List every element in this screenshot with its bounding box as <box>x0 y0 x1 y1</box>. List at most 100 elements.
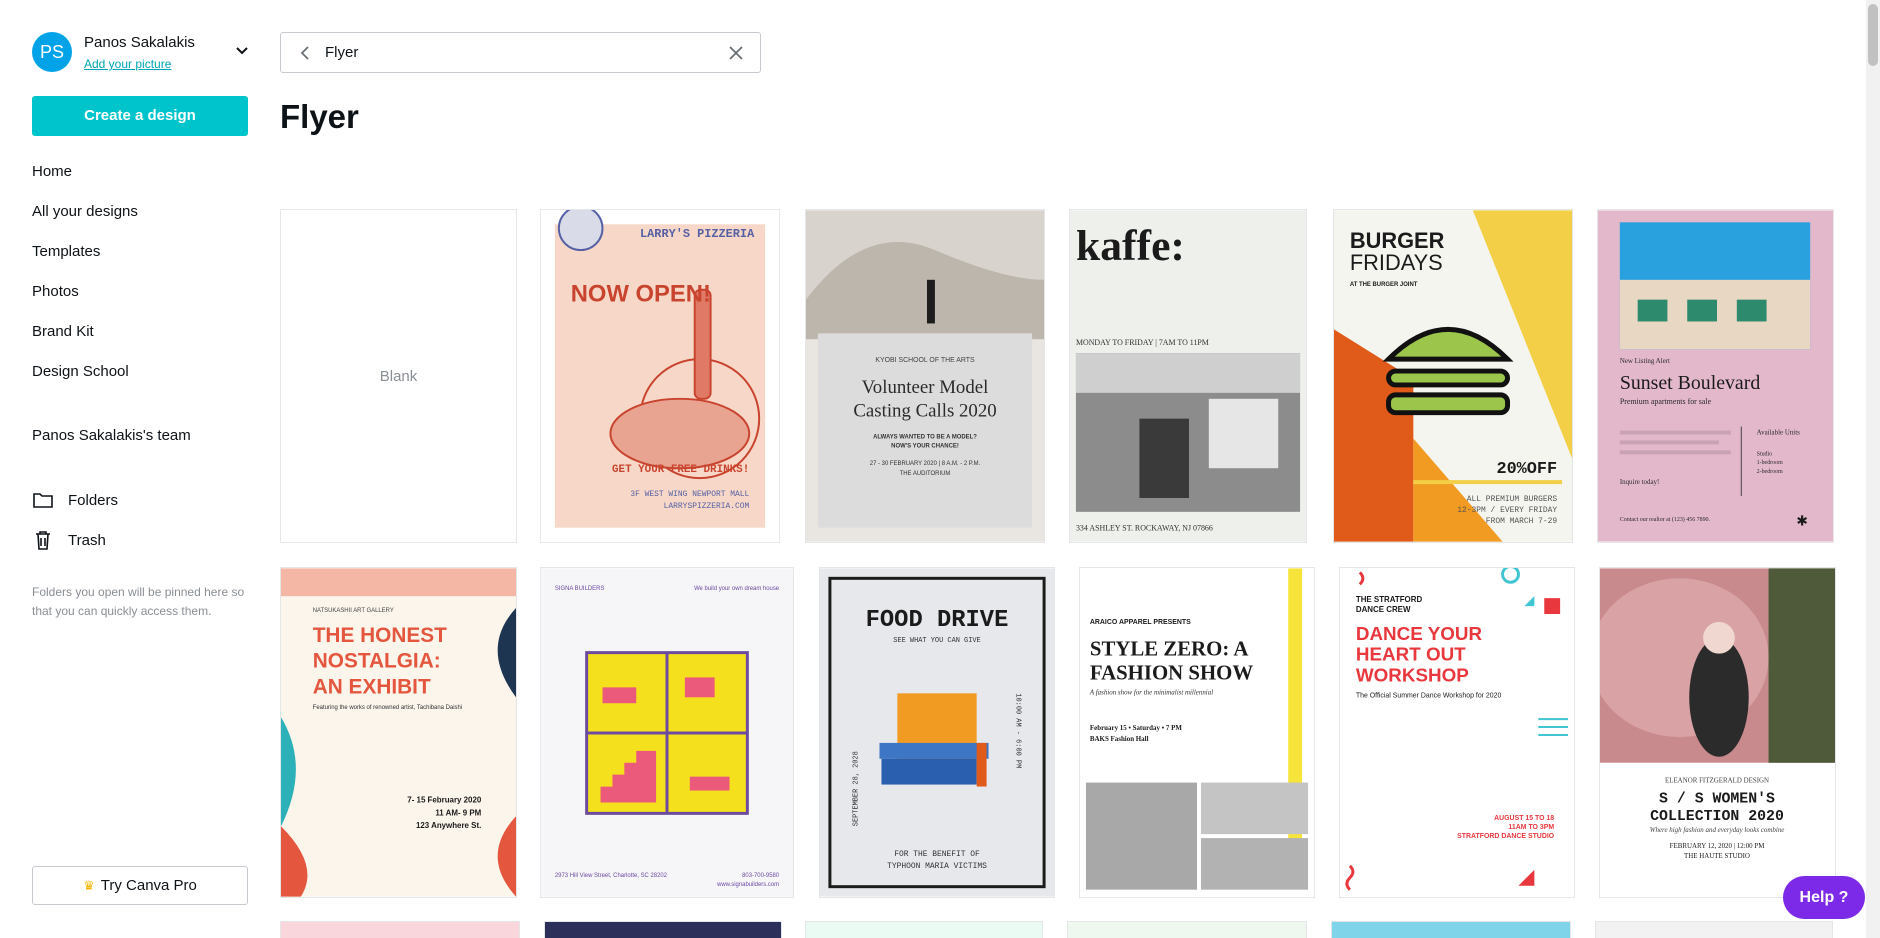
chevron-down-icon[interactable] <box>232 40 252 60</box>
nav-brand-kit[interactable]: Brand Kit <box>32 323 94 340</box>
nostalgia-d2: 11 AM- 9 PM <box>435 808 481 817</box>
template-pizzeria[interactable]: LARRY'S PIZZERIA NOW OPEN! GET YOUR FREE… <box>540 209 780 543</box>
pizzeria-brand: LARRY'S PIZZERIA <box>640 227 755 241</box>
search-bar[interactable]: Flyer <box>280 32 761 73</box>
kaffe-artwork: kaffe: MONDAY TO FRIDAY | 7AM TO 11PM 33… <box>1070 210 1306 542</box>
template-row3-5[interactable] <box>1331 921 1571 938</box>
chevron-left-icon[interactable] <box>295 43 315 63</box>
women-venue: THE HAUTE STUDIO <box>1684 852 1750 860</box>
folders-hint: Folders you open will be pinned here so … <box>32 585 245 618</box>
template-signa[interactable]: SIGNA BUILDERS We build your own dream h… <box>540 567 794 898</box>
svg-text:✱: ✱ <box>1796 514 1808 530</box>
kaffe-address: 334 ASHLEY ST. ROCKAWAY, NJ 07866 <box>1076 524 1213 533</box>
nav-templates[interactable]: Templates <box>32 243 100 260</box>
nostalgia-gallery: NATSUKASHII ART GALLERY <box>313 608 394 614</box>
women-t1: S / S WOMEN'S <box>1659 791 1775 807</box>
try-pro-label: Try Canva Pro <box>100 877 197 894</box>
kaffe-hours: MONDAY TO FRIDAY | 7AM TO 11PM <box>1076 338 1209 347</box>
food-time: 10:00 AM - 6:00 PM <box>1013 693 1021 768</box>
nav-design-school[interactable]: Design School <box>32 363 129 380</box>
template-burger[interactable]: BURGER FRIDAYS AT THE BURGER JOINT 20%OF… <box>1333 209 1573 543</box>
nostalgia-artwork: NATSUKASHII ART GALLERY THE HONEST NOSTA… <box>281 568 516 897</box>
women-sub: Where high fashion and everyday looks co… <box>1650 826 1785 834</box>
style-sub: A fashion show for the minimalist millen… <box>1089 688 1213 696</box>
dance-artwork: THE STRATFORD DANCE CREW DANCE YOUR HEAR… <box>1340 568 1574 897</box>
search-input[interactable]: Flyer <box>325 44 358 61</box>
template-dance[interactable]: THE STRATFORD DANCE CREW DANCE YOUR HEAR… <box>1339 567 1575 898</box>
trash-icon <box>36 531 50 550</box>
scrollbar[interactable] <box>1866 0 1880 938</box>
casting-sub2: NOW'S YOUR CHANCE! <box>891 443 959 449</box>
women-t2: COLLECTION 2020 <box>1650 809 1784 825</box>
burger-sub: AT THE BURGER JOINT <box>1350 282 1418 288</box>
casting-title1: Volunteer Model <box>862 377 989 398</box>
nav-team[interactable]: Panos Sakalakis's team <box>32 427 191 444</box>
template-sunset[interactable]: New Listing Alert Sunset Boulevard Premi… <box>1597 209 1834 543</box>
create-design-button[interactable]: Create a design <box>32 96 248 136</box>
burger-line2: 12-3PM / EVERY FRIDAY <box>1457 506 1557 515</box>
casting-sub1: ALWAYS WANTED TO BE A MODEL? <box>873 434 977 440</box>
women-date: FEBRUARY 12, 2020 | 12:00 PM <box>1670 842 1765 850</box>
food-sub: SEE WHAT YOU CAN GIVE <box>893 637 980 645</box>
food-f1: FOR THE BENEFIT OF <box>894 850 980 859</box>
style-zero-artwork: ARAICO APPAREL PRESENTS STYLE ZERO: A FA… <box>1080 568 1314 897</box>
crown-icon: ♛ <box>83 877 95 893</box>
casting-venue: THE AUDITORIUM <box>900 471 951 477</box>
dance-date: AUGUST 15 TO 18 <box>1494 815 1554 822</box>
pizzeria-headline: NOW OPEN! <box>571 281 711 308</box>
nav-folders[interactable]: Folders <box>32 488 118 512</box>
account-menu[interactable]: PS Panos Sakalakis Add your picture <box>32 32 252 74</box>
dance-time: 11AM TO 3PM <box>1508 824 1554 831</box>
avatar[interactable]: PS <box>32 32 72 72</box>
account-name: Panos Sakalakis <box>84 34 195 51</box>
template-row3-3[interactable] <box>805 921 1043 938</box>
template-row3-2[interactable] <box>544 921 782 938</box>
nostalgia-t3: AN EXHIBIT <box>313 675 431 698</box>
signa-web: www.signabuilders.com <box>716 882 779 888</box>
pizzeria-artwork: LARRY'S PIZZERIA NOW OPEN! GET YOUR FREE… <box>541 210 779 542</box>
signa-artwork: SIGNA BUILDERS We build your own dream h… <box>541 568 793 897</box>
sunset-artwork: New Listing Alert Sunset Boulevard Premi… <box>1598 210 1833 542</box>
food-drive-artwork: FOOD DRIVE SEE WHAT YOU CAN GIVE SEPTEMB… <box>820 568 1054 897</box>
template-womens-collection[interactable]: ELEANOR FITZGERALD DESIGN S / S WOMEN'S … <box>1599 567 1836 898</box>
nav-trash[interactable]: Trash <box>32 528 106 552</box>
burger-title2: FRIDAYS <box>1350 250 1443 275</box>
template-row3-1[interactable] <box>280 921 520 938</box>
nav-all-designs[interactable]: All your designs <box>32 203 138 220</box>
template-row3-4[interactable] <box>1067 921 1307 938</box>
template-blank[interactable]: Blank <box>280 209 517 543</box>
nostalgia-sub: Featuring the works of renowned artist, … <box>313 705 462 711</box>
sunset-title: Sunset Boulevard <box>1620 372 1761 394</box>
casting-artwork: KYOBI SCHOOL OF THE ARTS Volunteer Model… <box>806 210 1044 542</box>
template-row3-6[interactable] <box>1595 921 1833 938</box>
pizzeria-web: LARRYSPIZZERIA.COM <box>664 502 750 511</box>
nav-home[interactable]: Home <box>32 163 72 180</box>
pizzeria-cta: GET YOUR FREE DRINKS! <box>612 464 749 476</box>
template-casting[interactable]: KYOBI SCHOOL OF THE ARTS Volunteer Model… <box>805 209 1045 543</box>
close-icon[interactable] <box>726 43 746 63</box>
nostalgia-t1: THE HONEST <box>313 624 447 647</box>
help-button[interactable]: Help ? <box>1783 876 1865 919</box>
style-date: February 15 • Saturday • 7 PM <box>1090 724 1182 732</box>
style-t2: FASHION SHOW <box>1090 660 1253 684</box>
womens-collection-artwork: ELEANOR FITZGERALD DESIGN S / S WOMEN'S … <box>1600 568 1835 897</box>
try-canva-pro-button[interactable]: ♛ Try Canva Pro <box>32 866 248 905</box>
dance-crew1: THE STRATFORD <box>1356 595 1423 604</box>
signa-phone: 803-700-9580 <box>742 873 780 879</box>
template-kaffe[interactable]: kaffe: MONDAY TO FRIDAY | 7AM TO 11PM 33… <box>1069 209 1307 543</box>
signa-addr: 2973 Hill View Street, Charlotte, SC 282… <box>555 873 667 879</box>
template-food-drive[interactable]: FOOD DRIVE SEE WHAT YOU CAN GIVE SEPTEMB… <box>819 567 1055 898</box>
kaffe-title: kaffe: <box>1076 222 1185 270</box>
trash-label: Trash <box>68 531 106 549</box>
canva-app: PS Panos Sakalakis Add your picture Crea… <box>0 0 1880 938</box>
nav-photos[interactable]: Photos <box>32 283 79 300</box>
style-pre: ARAICO APPAREL PRESENTS <box>1090 619 1191 626</box>
burger-line3: FROM MARCH 7-29 <box>1486 517 1558 526</box>
template-style-zero[interactable]: ARAICO APPAREL PRESENTS STYLE ZERO: A FA… <box>1079 567 1315 898</box>
scrollbar-thumb[interactable] <box>1868 4 1878 66</box>
food-date: SEPTEMBER 28, 2028 <box>853 751 861 826</box>
sunset-alert: New Listing Alert <box>1620 357 1670 365</box>
dance-crew2: DANCE CREW <box>1356 605 1411 614</box>
template-nostalgia[interactable]: NATSUKASHII ART GALLERY THE HONEST NOSTA… <box>280 567 517 898</box>
add-picture-link[interactable]: Add your picture <box>84 57 171 71</box>
